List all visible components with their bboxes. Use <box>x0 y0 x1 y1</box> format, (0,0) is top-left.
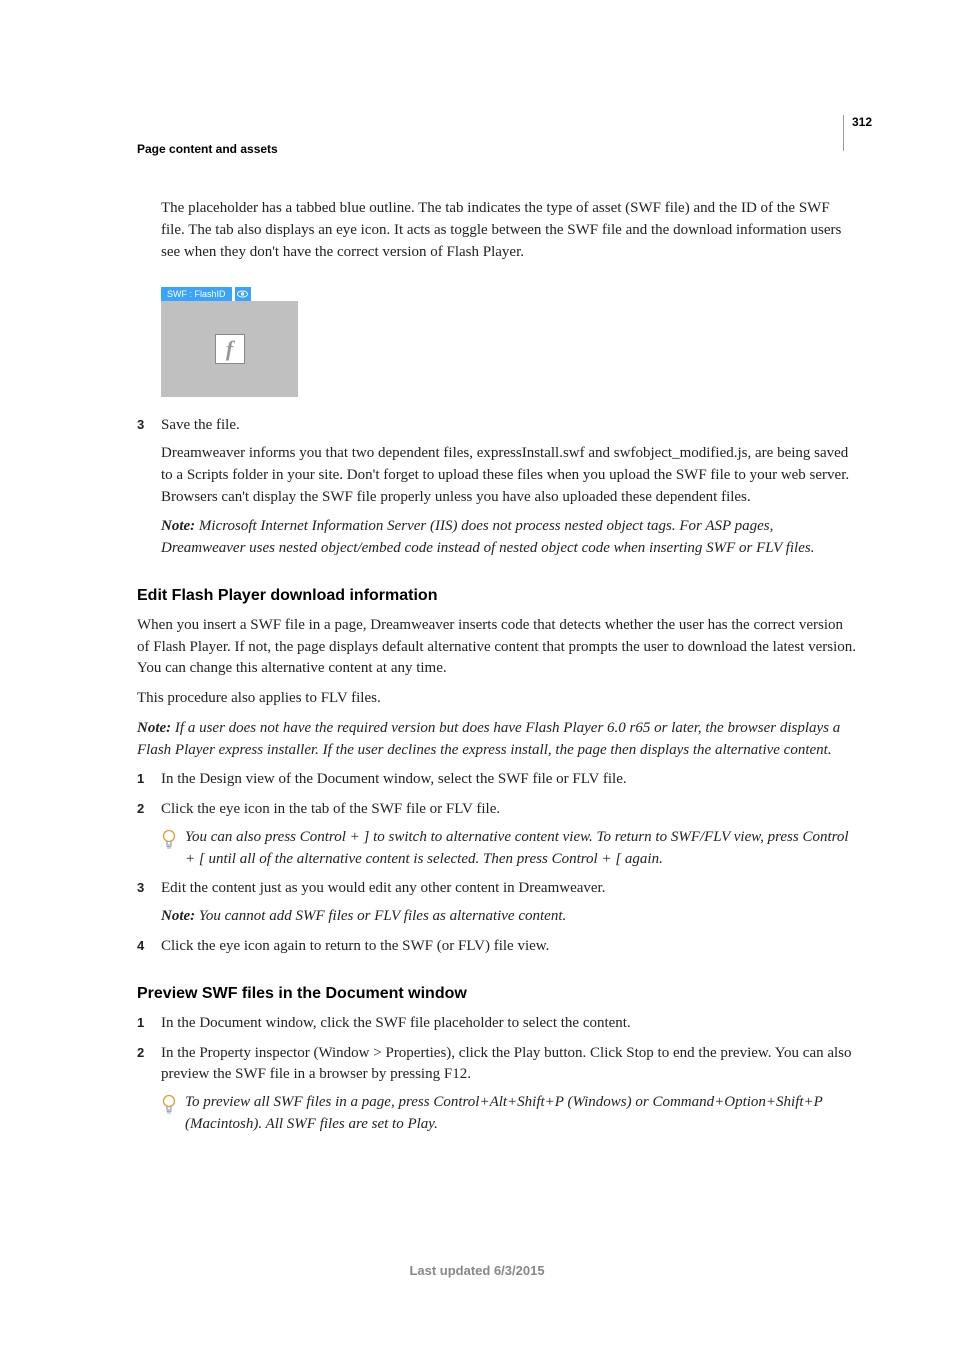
edit-tip: You can also press Control + ] to switch… <box>161 827 857 871</box>
step-number: 3 <box>137 878 161 900</box>
note-text: Microsoft Internet Information Server (I… <box>161 518 814 556</box>
intro-paragraph: The placeholder has a tabbed blue outlin… <box>161 198 857 263</box>
edit-step-1: 1 In the Design view of the Document win… <box>137 769 857 791</box>
step-number: 3 <box>137 415 161 437</box>
lightbulb-icon <box>161 1092 185 1136</box>
edit-step-2: 2 Click the eye icon in the tab of the S… <box>137 799 857 821</box>
step-text: Edit the content just as you would edit … <box>161 878 857 900</box>
edit-step-4: 4 Click the eye icon again to return to … <box>137 936 857 958</box>
step-text: Click the eye icon in the tab of the SWF… <box>161 799 857 821</box>
step-number: 1 <box>137 1013 161 1035</box>
tip-text: To preview all SWF files in a page, pres… <box>185 1092 857 1136</box>
step-number: 4 <box>137 936 161 958</box>
swf-placeholder-figure: SWF : FlashID f <box>161 287 298 397</box>
step-3: 3 Save the file. <box>137 415 857 437</box>
preview-step-1: 1 In the Document window, click the SWF … <box>137 1013 857 1035</box>
note-text: If a user does not have the required ver… <box>137 720 840 758</box>
edit-section-heading: Edit Flash Player download information <box>137 584 857 607</box>
note-label: Note: <box>137 720 171 736</box>
preview-tip: To preview all SWF files in a page, pres… <box>161 1092 857 1136</box>
page-number: 312 <box>843 115 872 151</box>
note-label: Note: <box>161 908 195 924</box>
step-number: 2 <box>137 799 161 821</box>
step-text: Save the file. <box>161 415 857 437</box>
step-number: 2 <box>137 1043 161 1087</box>
step-text: In the Document window, click the SWF fi… <box>161 1013 857 1035</box>
eye-icon <box>235 287 251 301</box>
page-content: The placeholder has a tabbed blue outlin… <box>137 198 857 1144</box>
preview-step-2: 2 In the Property inspector (Window > Pr… <box>137 1043 857 1087</box>
swf-tab-label: SWF : FlashID <box>161 287 232 301</box>
step-number: 1 <box>137 769 161 791</box>
step-text: Click the eye icon again to return to th… <box>161 936 857 958</box>
running-header: Page content and assets <box>137 142 278 156</box>
step-3-note: Note: Microsoft Internet Information Ser… <box>161 516 857 560</box>
edit-para-2: This procedure also applies to FLV files… <box>137 688 857 710</box>
lightbulb-icon <box>161 827 185 871</box>
edit-note-2: Note: You cannot add SWF files or FLV fi… <box>161 906 857 928</box>
edit-step-3: 3 Edit the content just as you would edi… <box>137 878 857 900</box>
note-label: Note: <box>161 518 195 534</box>
preview-section-heading: Preview SWF files in the Document window <box>137 982 857 1005</box>
step-3-paragraph: Dreamweaver informs you that two depende… <box>161 443 857 508</box>
step-text: In the Property inspector (Window > Prop… <box>161 1043 857 1087</box>
edit-note: Note: If a user does not have the requir… <box>137 718 857 762</box>
tip-text: You can also press Control + ] to switch… <box>185 827 857 871</box>
swf-tab: SWF : FlashID <box>161 287 298 301</box>
footer-last-updated: Last updated 6/3/2015 <box>0 1263 954 1278</box>
flash-f-icon: f <box>215 334 245 364</box>
step-text: In the Design view of the Document windo… <box>161 769 857 791</box>
edit-para-1: When you insert a SWF file in a page, Dr… <box>137 615 857 680</box>
swf-body: f <box>161 301 298 397</box>
note-text: You cannot add SWF files or FLV files as… <box>195 908 566 924</box>
